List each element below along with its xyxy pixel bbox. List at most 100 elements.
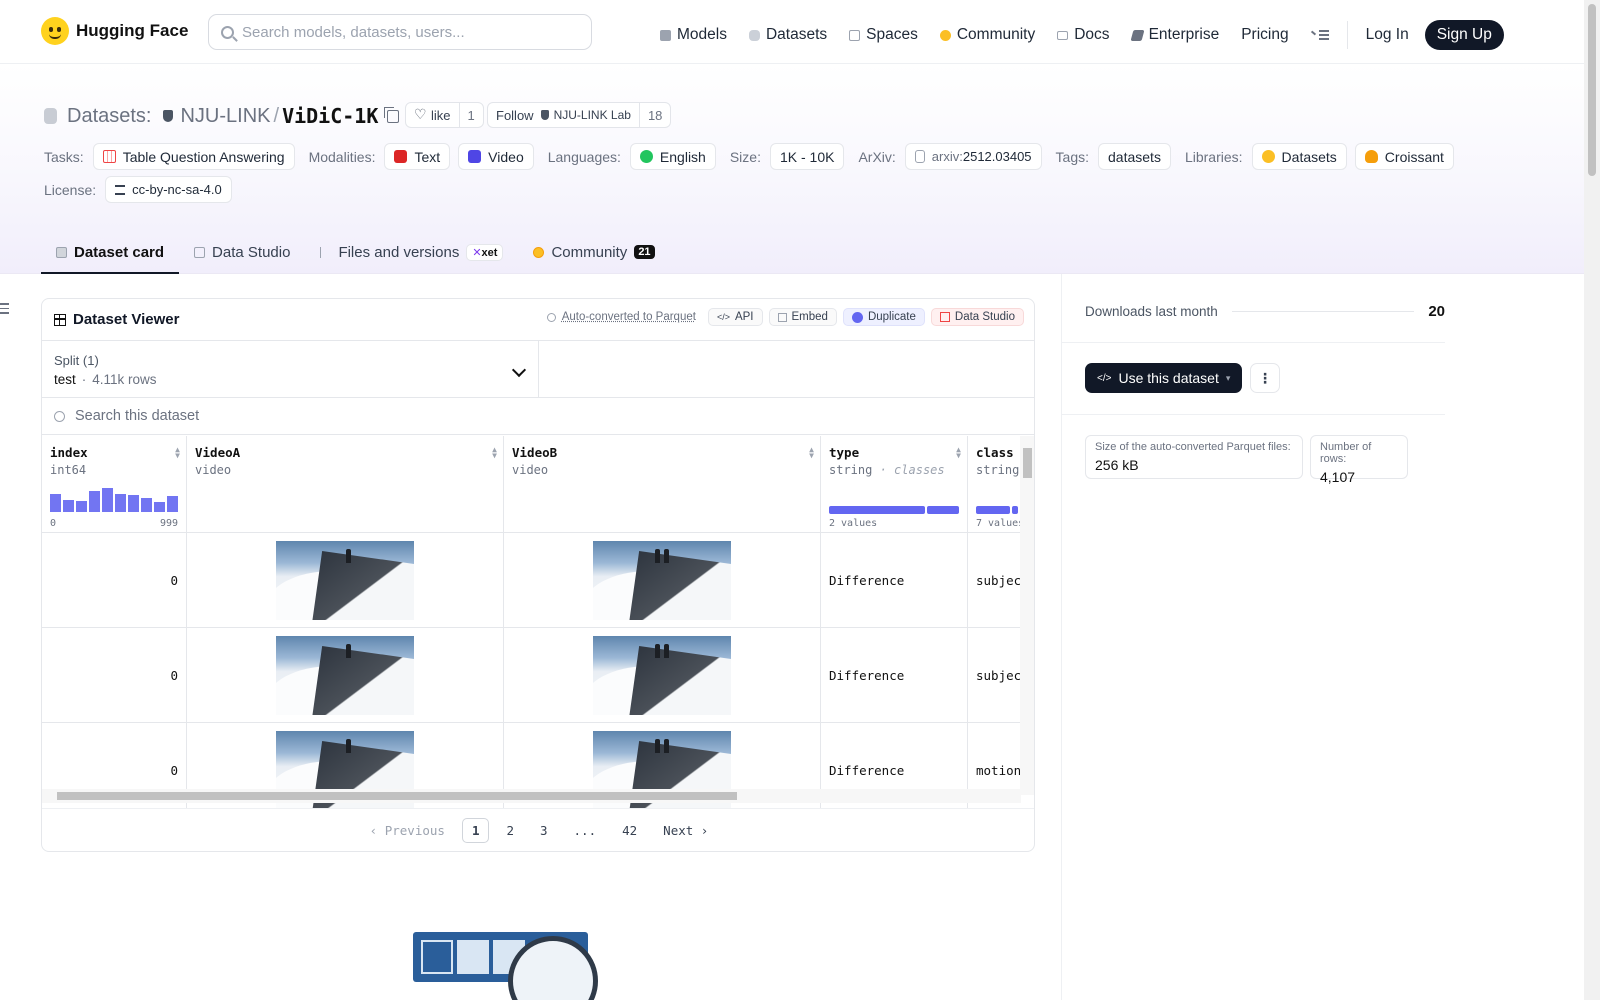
page-button[interactable]: 42: [613, 819, 646, 842]
api-button[interactable]: </> API: [707, 308, 763, 326]
video-thumbnail[interactable]: [276, 635, 414, 715]
histogram-bar[interactable]: [115, 494, 126, 512]
paper-icon: [914, 150, 925, 163]
size-tag[interactable]: 1K - 10K: [769, 143, 845, 170]
previous-page-button[interactable]: ‹ Previous: [361, 819, 454, 842]
nav-docs[interactable]: Docs: [1057, 26, 1110, 44]
class-distribution-bar[interactable]: [829, 506, 959, 514]
like-button[interactable]: like 1: [405, 102, 484, 128]
nav-models[interactable]: Models: [660, 26, 727, 44]
library-croissant-label: Croissant: [1384, 148, 1444, 165]
table-cell[interactable]: Difference: [821, 628, 967, 723]
tab-community[interactable]: Community 21: [518, 230, 669, 274]
library-croissant-tag[interactable]: Croissant: [1354, 143, 1454, 170]
language-tag[interactable]: English: [629, 143, 716, 170]
viewer-title: Dataset Viewer: [54, 311, 179, 328]
hf-datasets-icon: [1261, 150, 1275, 163]
page-button[interactable]: 2: [497, 819, 523, 842]
follow-button[interactable]: Follow NJU-LINK Lab 18: [487, 102, 672, 128]
video-thumbnail[interactable]: [593, 540, 731, 620]
histogram-bar[interactable]: [141, 498, 152, 512]
nav-pricing[interactable]: Pricing: [1241, 26, 1288, 44]
sort-icon[interactable]: ▲ ▼: [809, 446, 814, 460]
nav-datasets[interactable]: Datasets: [748, 26, 827, 44]
nav-spaces[interactable]: Spaces: [849, 26, 918, 44]
duplicate-button[interactable]: Duplicate: [842, 308, 925, 326]
sort-icon[interactable]: ▲ ▼: [175, 446, 180, 460]
arxiv-tag[interactable]: arxiv: 2512.03405: [904, 143, 1042, 170]
nav-divider: [1346, 21, 1348, 49]
login-link[interactable]: Log In: [1366, 26, 1409, 44]
data-studio-button[interactable]: Data Studio: [930, 308, 1024, 326]
global-search-input[interactable]: [242, 23, 572, 41]
more-menu-icon[interactable]: [1310, 29, 1329, 41]
column-header-class[interactable]: class string 7 values: [968, 436, 1021, 533]
use-dataset-button[interactable]: </> Use this dataset ▾: [1085, 363, 1243, 393]
page-button[interactable]: 3: [531, 819, 557, 842]
column-header-videoA[interactable]: VideoA video ▲ ▼: [187, 436, 503, 533]
dataset-search[interactable]: [42, 398, 1034, 435]
column-header-videoB[interactable]: VideoB video ▲ ▼: [504, 436, 820, 533]
tab-dataset-card[interactable]: Dataset card: [41, 230, 180, 274]
class-bar-segment[interactable]: [927, 506, 959, 514]
dataset-name[interactable]: ViDiC-1K: [282, 104, 378, 128]
nav-community[interactable]: Community: [939, 26, 1035, 44]
license-tag[interactable]: cc-by-nc-sa-4.0: [105, 176, 232, 203]
table-vertical-scrollbar[interactable]: [1020, 436, 1034, 795]
histogram-bar[interactable]: [128, 495, 139, 512]
histogram-bar[interactable]: [102, 488, 113, 512]
split-rows: 4.11k rows: [92, 372, 157, 387]
class-distribution-bar[interactable]: [976, 506, 1021, 514]
next-page-button[interactable]: Next ›: [654, 819, 717, 842]
modality-text-tag[interactable]: Text: [384, 143, 451, 170]
sort-icon[interactable]: ▲ ▼: [956, 446, 961, 460]
histogram-bar[interactable]: [50, 494, 61, 512]
org-avatar-icon: [540, 110, 549, 120]
table-cell[interactable]: Difference: [821, 533, 967, 628]
meta-row-2: License: cc-by-nc-sa-4.0: [44, 176, 240, 203]
class-bar-segment[interactable]: [976, 506, 1010, 514]
task-tag[interactable]: Table Question Answering: [92, 143, 295, 170]
library-datasets-tag[interactable]: Datasets: [1251, 143, 1347, 170]
global-search[interactable]: [208, 14, 592, 50]
split-selector[interactable]: Split (1) test · 4.11k rows: [42, 341, 539, 398]
table-cell[interactable]: subject: [968, 533, 1021, 628]
histogram-bar[interactable]: [63, 500, 74, 512]
more-options-button[interactable]: ⋮: [1250, 363, 1280, 393]
class-bar-segment[interactable]: [1012, 506, 1018, 514]
histogram-bar[interactable]: [89, 491, 100, 512]
table-cell[interactable]: 0: [42, 533, 186, 628]
breadcrumb-section[interactable]: Datasets:: [67, 105, 151, 128]
column-header-index[interactable]: index int64 ▲ ▼ 0 999: [42, 436, 186, 533]
dataset-search-input[interactable]: [75, 408, 675, 424]
histogram[interactable]: [50, 486, 178, 512]
auto-converted-link[interactable]: Auto-converted to Parquet: [562, 311, 696, 323]
histogram-bar[interactable]: [154, 502, 165, 512]
modality-video-tag[interactable]: Video: [458, 143, 534, 170]
signup-button[interactable]: Sign Up: [1424, 20, 1504, 50]
column-header-type[interactable]: type string · classes ▲ ▼ 2 values: [821, 436, 967, 533]
page-button[interactable]: 1: [461, 818, 490, 843]
tab-files[interactable]: Files and versions ✕xet: [305, 230, 518, 274]
nav-enterprise[interactable]: Enterprise: [1130, 26, 1219, 44]
copy-icon[interactable]: [384, 106, 400, 123]
column-name: type: [829, 445, 860, 460]
tab-data-studio[interactable]: Data Studio: [179, 230, 305, 274]
table-horizontal-scrollbar[interactable]: [42, 789, 1021, 803]
breadcrumb-org[interactable]: NJU-LINK: [180, 105, 270, 128]
page-scrollbar[interactable]: [1584, 0, 1600, 1000]
embed-button[interactable]: Embed: [768, 308, 837, 326]
toc-toggle-icon[interactable]: [0, 303, 9, 314]
table-cell[interactable]: 0: [42, 628, 186, 723]
database-icon: [44, 108, 57, 124]
histogram-bar[interactable]: [167, 496, 178, 512]
tag-datasets[interactable]: datasets: [1098, 143, 1171, 170]
video-thumbnail[interactable]: [593, 635, 731, 715]
sort-icon[interactable]: ▲ ▼: [492, 446, 497, 460]
column-type-field: type string · classes ▲ ▼ 2 values Differ…: [821, 436, 968, 808]
video-thumbnail[interactable]: [276, 540, 414, 620]
histogram-bar[interactable]: [76, 501, 87, 512]
logo[interactable]: Hugging Face: [41, 17, 188, 45]
class-bar-segment[interactable]: [829, 506, 925, 514]
table-cell[interactable]: subject: [968, 628, 1021, 723]
